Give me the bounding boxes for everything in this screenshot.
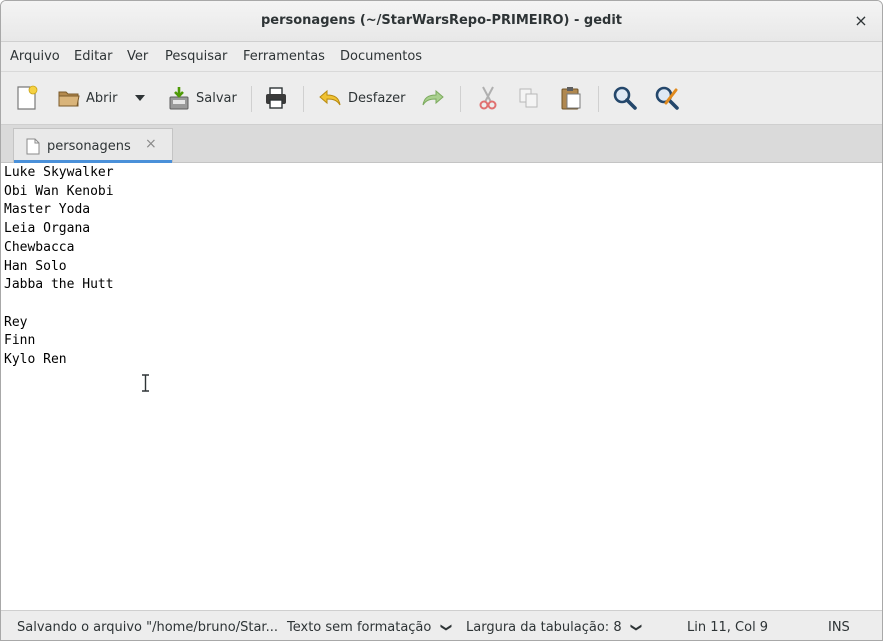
toolbar-separator <box>251 86 252 112</box>
window-title: personagens (~/StarWarsRepo-PRIMEIRO) - … <box>260 13 623 28</box>
document-icon <box>26 138 40 155</box>
chevron-down-icon <box>135 95 145 101</box>
print-button[interactable] <box>263 84 289 112</box>
toolbar-separator <box>598 86 599 112</box>
chevron-down-icon: ❯ <box>439 622 453 633</box>
menu-editar[interactable]: Editar <box>74 49 113 64</box>
tab-width-label: Largura da tabulação: 8 <box>466 620 622 635</box>
toolbar: Abrir Salvar Desfazer <box>1 72 882 125</box>
tab-close-button[interactable]: × <box>145 136 157 152</box>
cursor-position: Lin 11, Col 9 <box>687 620 769 635</box>
tab-personagens[interactable]: personagens × <box>13 128 173 163</box>
tab-label: personagens <box>47 139 131 154</box>
editor-line: Han Solo <box>4 258 67 274</box>
menu-documentos[interactable]: Documentos <box>340 49 422 64</box>
undo-button[interactable]: Desfazer <box>317 84 406 112</box>
tab-width-selector[interactable]: Largura da tabulação: 8 ❯ <box>466 620 643 635</box>
gedit-window: personagens (~/StarWarsRepo-PRIMEIRO) - … <box>0 0 883 641</box>
menu-bar: Arquivo Editar Ver Pesquisar Ferramentas… <box>1 42 882 72</box>
text-editor-area[interactable]: Luke Skywalker Obi Wan Kenobi Master Yod… <box>1 163 882 610</box>
menu-ferramentas[interactable]: Ferramentas <box>243 49 325 64</box>
document-tab-bar: personagens × <box>1 125 882 163</box>
window-close-button[interactable]: × <box>850 10 872 32</box>
editor-line: Rey <box>4 314 28 330</box>
status-bar: Salvando o arquivo "/home/bruno/Star... … <box>1 610 882 640</box>
chevron-down-icon: ❯ <box>629 622 643 633</box>
new-document-button[interactable] <box>15 84 39 112</box>
find-button[interactable] <box>612 84 638 112</box>
toolbar-separator <box>303 86 304 112</box>
clipboard-icon <box>561 87 581 110</box>
undo-label: Desfazer <box>348 90 406 106</box>
editor-line: Master Yoda <box>4 202 91 218</box>
folder-icon <box>58 91 80 107</box>
printer-icon <box>266 87 286 109</box>
editor-line: Luke Skywalker <box>4 165 114 180</box>
insert-mode-indicator: INS <box>828 620 850 635</box>
paste-button[interactable] <box>559 84 583 112</box>
toolbar-separator <box>460 86 461 112</box>
search-replace-icon <box>655 86 679 110</box>
save-label: Salvar <box>196 90 237 106</box>
scissors-icon <box>479 86 497 110</box>
undo-icon <box>319 89 341 106</box>
syntax-language-selector[interactable]: Texto sem formatação ❯ <box>287 620 453 635</box>
open-button[interactable]: Abrir <box>57 84 117 112</box>
redo-button[interactable] <box>420 84 446 112</box>
save-icon <box>169 87 189 110</box>
menu-ver[interactable]: Ver <box>127 49 148 64</box>
cut-button[interactable] <box>476 84 500 112</box>
status-message: Salvando o arquivo "/home/bruno/Star... <box>17 620 278 635</box>
find-replace-button[interactable] <box>654 84 680 112</box>
new-document-icon <box>17 85 38 110</box>
editor-line: Finn <box>4 333 36 349</box>
copy-button[interactable] <box>517 84 541 112</box>
editor-line: Kylo Ren <box>4 352 67 367</box>
redo-icon <box>422 89 444 106</box>
recent-files-dropdown[interactable] <box>134 84 146 112</box>
open-label: Abrir <box>86 90 118 106</box>
text-cursor-icon <box>142 374 149 392</box>
menu-pesquisar[interactable]: Pesquisar <box>165 49 227 64</box>
copy-icon <box>519 88 538 108</box>
syntax-label: Texto sem formatação <box>287 620 432 635</box>
editor-line: Leia Organa <box>4 221 91 237</box>
title-bar[interactable]: personagens (~/StarWarsRepo-PRIMEIRO) - … <box>1 1 882 42</box>
editor-line: Obi Wan Kenobi <box>4 183 114 199</box>
save-button[interactable]: Salvar <box>167 84 237 112</box>
editor-line: Jabba the Hutt <box>4 277 114 293</box>
editor-line: Chewbacca <box>4 239 75 255</box>
search-icon <box>613 86 637 110</box>
menu-arquivo[interactable]: Arquivo <box>10 49 60 64</box>
